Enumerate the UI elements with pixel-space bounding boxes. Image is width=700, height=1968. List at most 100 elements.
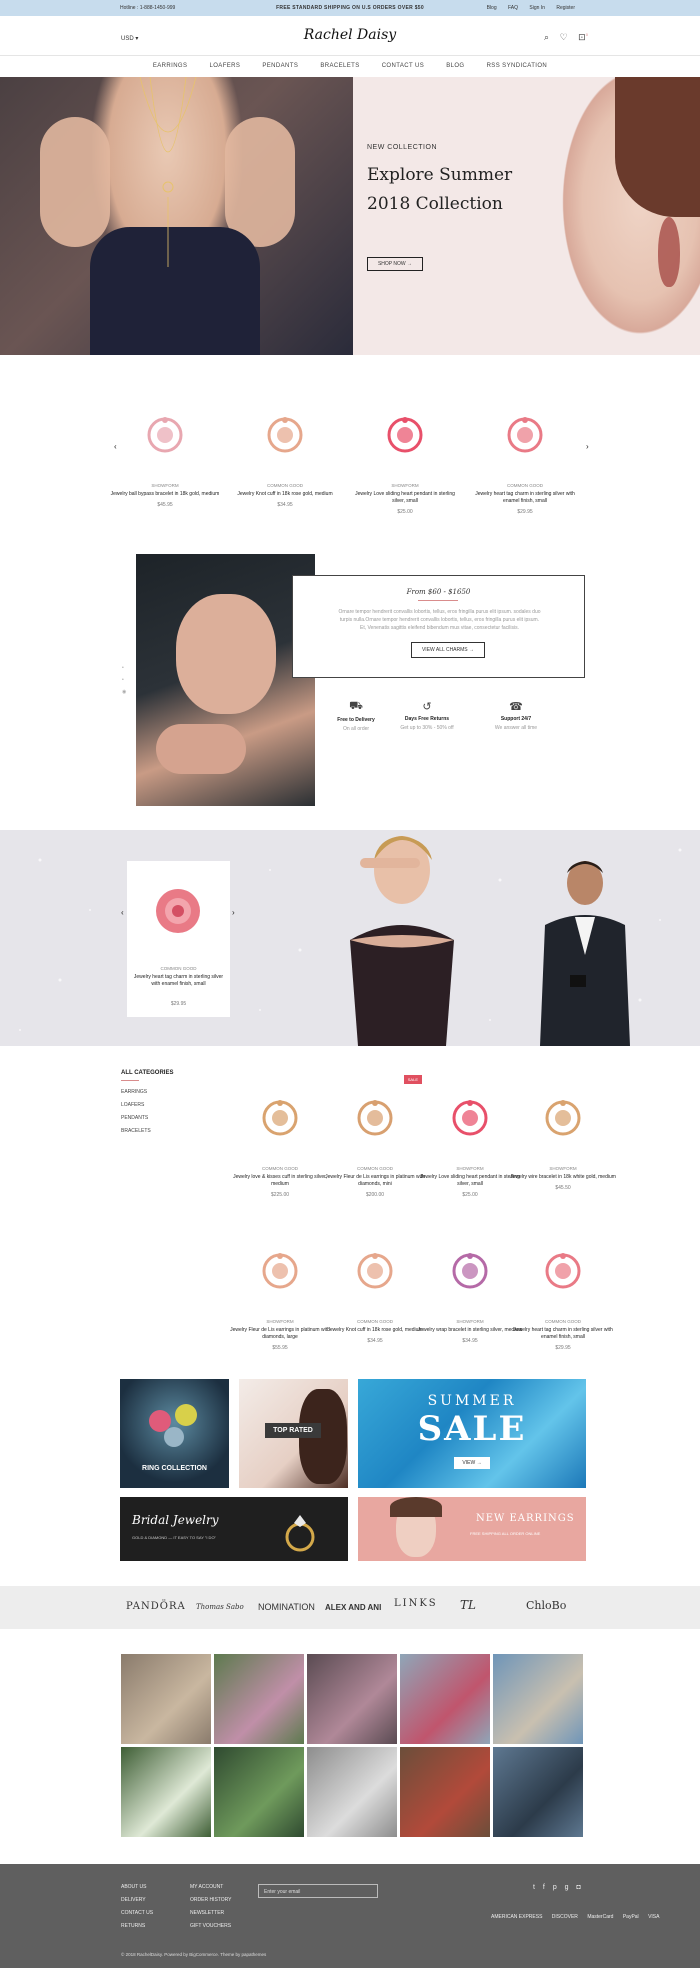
product-name[interactable]: Jewelry heart tag charm in sterling silv… (508, 1327, 618, 1341)
bridal-jewelry-tile[interactable]: Bridal Jewelry GOLD & DIAMOND — IT EASY … (120, 1497, 348, 1561)
nav-item-contact-us[interactable]: CONTACT US (382, 63, 424, 69)
instagram-photo[interactable] (121, 1747, 211, 1837)
search-icon[interactable]: ⌕ (544, 32, 549, 43)
google-plus-icon[interactable]: g (565, 1884, 569, 1891)
product-card[interactable]: SHOWFORM Jewelry ball bypass bracelet in … (110, 392, 220, 508)
instagram-photo[interactable] (400, 1654, 490, 1744)
footer-link-returns[interactable]: RETURNS (121, 1923, 153, 1929)
promo-product-card[interactable]: COMMON GOOD Jewelry heart tag charm in s… (127, 861, 230, 1017)
carousel-next-icon[interactable]: › (586, 442, 589, 451)
brand-nomination[interactable]: NOMINATION (258, 1602, 315, 1612)
newsletter-email-input[interactable]: Enter your email (258, 1884, 378, 1898)
product-image (357, 1099, 393, 1135)
product-name[interactable]: Jewelry Knot cuff in 18k rose gold, medi… (320, 1327, 430, 1334)
product-name[interactable]: Jewelry ball bypass bracelet in 18k gold… (110, 491, 220, 498)
footer-link-account[interactable]: MY ACCOUNT (190, 1884, 232, 1890)
brand-pandora[interactable]: PANDÖRA (126, 1601, 186, 1612)
nav-item-loafers[interactable]: LOAFERS (209, 63, 240, 69)
summer-sale-tile[interactable]: SUMMER SALE VIEW → (358, 1379, 586, 1488)
nav-item-pendants[interactable]: PENDANTS (262, 63, 298, 69)
product-card[interactable]: COMMON GOOD Jewelry heart tag charm in st… (470, 392, 580, 515)
instagram-photo[interactable] (307, 1654, 397, 1744)
brand-chlobo[interactable]: ChloBo (526, 1599, 566, 1612)
footer-link-delivery[interactable]: DELIVERY (121, 1897, 153, 1903)
product-card[interactable]: SHOWFORM Jewelry Love sliding heart penda… (350, 392, 460, 515)
instagram-photo[interactable] (493, 1747, 583, 1837)
instagram-photo[interactable] (214, 1747, 304, 1837)
footer-link-about[interactable]: ABOUT US (121, 1884, 153, 1890)
twitter-icon[interactable]: t (533, 1884, 535, 1891)
site-header: USD ▾ Rachel Daisy ⌕ ♡ ⊡0 (0, 16, 700, 56)
product-price: $45.50 (555, 1185, 571, 1191)
product-name[interactable]: Jewelry Knot cuff in 18k rose gold, medi… (230, 491, 340, 498)
product-card[interactable]: COMMON GOOD Jewelry Fleur de Lis earrings… (320, 1075, 430, 1198)
product-name[interactable]: Jewelry Love sliding heart pendant in st… (350, 491, 460, 505)
footer-link-newsletter[interactable]: NEWSLETTER (190, 1910, 232, 1916)
facebook-icon[interactable]: f (543, 1884, 545, 1891)
product-name[interactable]: Jewelry Fleur de Lis earrings in platinu… (225, 1327, 335, 1341)
product-price: $34.95 (367, 1338, 383, 1344)
perk-title: Support 24/7 (500, 716, 532, 722)
divider (418, 600, 458, 601)
shop-now-button[interactable]: SHOP NOW → (367, 257, 423, 271)
view-button[interactable]: VIEW → (454, 1457, 490, 1469)
product-category: COMMON GOOD (357, 1166, 393, 1171)
product-name[interactable]: Jewelry heart tag charm in sterling silv… (133, 974, 224, 988)
brand-tl[interactable]: TL (460, 1598, 476, 1612)
instagram-photo[interactable] (121, 1654, 211, 1744)
footer-link-contact[interactable]: CONTACT US (121, 1910, 153, 1916)
nav-item-rss[interactable]: RSS SYNDICATION (487, 63, 548, 69)
nav-item-blog[interactable]: BLOG (446, 63, 464, 69)
brand-thomas-sabo[interactable]: Thomas Sabo (196, 1603, 244, 1611)
instagram-photo[interactable] (307, 1747, 397, 1837)
instagram-photo[interactable] (493, 1654, 583, 1744)
product-card[interactable]: SHOWFORM Jewelry wire bracelet in 18k whi… (508, 1075, 618, 1191)
ring-image (285, 1515, 315, 1552)
product-card[interactable]: COMMON GOOD Jewelry Knot cuff in 18k rose… (320, 1228, 430, 1344)
ring-collection-tile[interactable]: RING COLLECTION (120, 1379, 229, 1488)
product-name[interactable]: Jewelry wire bracelet in 18k white gold,… (508, 1174, 618, 1181)
site-logo[interactable]: Rachel Daisy (0, 27, 700, 43)
pinterest-icon[interactable]: p (553, 1884, 557, 1891)
product-category: SHOWFORM (151, 483, 179, 488)
wishlist-icon[interactable]: ♡ (560, 32, 568, 43)
sidebar-item-earrings[interactable]: EARRINGS (121, 1089, 201, 1095)
instagram-icon[interactable]: ◘ (577, 1884, 581, 1891)
nav-item-earrings[interactable]: EARRINGS (153, 63, 188, 69)
blog-link[interactable]: Blog (487, 5, 497, 11)
product-name[interactable]: Jewelry Fleur de Lis earrings in platinu… (320, 1174, 430, 1188)
footer-link-gift-vouchers[interactable]: GIFT VOUCHERS (190, 1923, 232, 1929)
view-all-charms-button[interactable]: VIEW ALL CHARMS → (411, 642, 485, 658)
top-rated-tile[interactable]: TOP RATED (239, 1379, 348, 1488)
instagram-photo[interactable] (400, 1747, 490, 1837)
cart-icon[interactable]: ⊡0 (578, 32, 588, 43)
sign-in-link[interactable]: Sign In (529, 5, 545, 11)
brand-links[interactable]: LINKS (394, 1598, 438, 1609)
new-earrings-title: NEW EARRINGS (476, 1513, 575, 1524)
new-earrings-subtitle: FREE SHIPPING ALL ORDER ONLINE (470, 1531, 541, 1536)
footer-link-order-history[interactable]: ORDER HISTORY (190, 1897, 232, 1903)
sidebar-item-bracelets[interactable]: BRACELETS (121, 1128, 201, 1134)
divider (121, 1080, 139, 1081)
perk-subtitle: On all order (342, 726, 370, 732)
product-card[interactable]: COMMON GOOD Jewelry heart tag charm in st… (508, 1228, 618, 1351)
product-name[interactable]: Jewelry love & kisses cuff in sterling s… (225, 1174, 335, 1188)
product-card[interactable]: COMMON GOOD Jewelry Knot cuff in 18k rose… (230, 392, 340, 508)
nav-item-bracelets[interactable]: BRACELETS (320, 63, 359, 69)
sidebar-item-pendants[interactable]: PENDANTS (121, 1115, 201, 1121)
brand-alex-and-ani[interactable]: ALEX AND ANI (325, 1603, 381, 1612)
site-footer: ABOUT US DELIVERY CONTACT US RETURNS MY … (0, 1864, 700, 1968)
product-name[interactable]: Jewelry heart tag charm in sterling silv… (470, 491, 580, 505)
hero-model-image (0, 77, 353, 355)
register-link[interactable]: Register (556, 5, 575, 11)
instagram-photo[interactable] (214, 1654, 304, 1744)
promo-prev-icon[interactable]: ‹ (121, 908, 124, 917)
sidebar-item-loafers[interactable]: LOAFERS (121, 1102, 201, 1108)
payment-methods: AMERICAN EXPRESS DISCOVER MasterCard Pay… (483, 1914, 659, 1920)
slide-dots[interactable]: • • ◉ (122, 662, 126, 698)
product-card[interactable]: COMMON GOOD Jewelry love & kisses cuff in… (225, 1075, 335, 1198)
faq-link[interactable]: FAQ (508, 5, 518, 11)
new-earrings-tile[interactable]: NEW EARRINGS FREE SHIPPING ALL ORDER ONL… (358, 1497, 586, 1561)
promo-next-icon[interactable]: › (232, 908, 235, 917)
product-card[interactable]: SHOWFORM Jewelry Fleur de Lis earrings in… (225, 1228, 335, 1351)
